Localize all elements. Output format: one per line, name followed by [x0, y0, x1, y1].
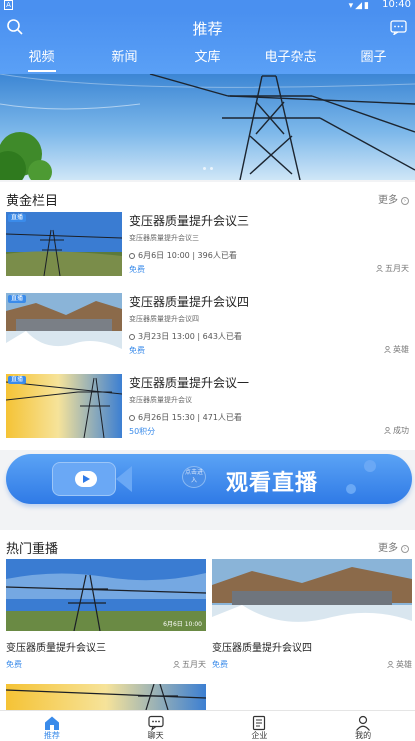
status-icons: ▾◢▮: [348, 1, 371, 11]
video-thumbnail[interactable]: 直播: [6, 374, 122, 438]
item-title: 变压器质量提升会议四: [129, 295, 250, 309]
clock-icon: [129, 334, 135, 340]
item-price: 50积分: [129, 427, 156, 436]
profile-icon: [356, 715, 371, 731]
category-tabs: 视频 新闻 文库 电子杂志 圈子: [0, 48, 415, 72]
item-price: 免费: [129, 265, 145, 274]
hot-replay-section: 热门重播 更多 › 6月6日 10:00 变压器质量提升会议三 免费 五月天 3…: [0, 530, 415, 710]
item-author: 五月天: [376, 263, 409, 274]
item-subtitle: 变压器质量提升会议四: [129, 315, 199, 323]
chevron-right-icon: ›: [401, 545, 409, 553]
golden-section: 黄金栏目 更多 › 直播 变压器质量提升会议三 变压器质量提升会议三 6月6日 1…: [0, 182, 415, 450]
item-meta: 6月6日 10:00 | 396人已看: [129, 250, 237, 261]
video-duration: 3月23日 13:00: [365, 621, 408, 628]
tab-mine[interactable]: 我的: [311, 711, 415, 741]
video-thumbnail[interactable]: 6月6日 10:00: [6, 559, 206, 631]
more-link[interactable]: 更多 ›: [378, 191, 409, 206]
card-price: 免费: [212, 660, 228, 669]
tab-e-magazine[interactable]: 电子杂志: [249, 48, 332, 72]
item-author: 英雄: [384, 344, 409, 355]
carousel-indicator: [0, 155, 415, 174]
status-time: 10:40: [382, 0, 411, 10]
live-badge: 直播: [8, 295, 27, 303]
item-meta: 3月23日 13:00 | 643人已看: [129, 331, 242, 342]
card-title: 变压器质量提升会议四: [212, 643, 312, 654]
status-badge: A: [4, 0, 13, 10]
video-card-partial[interactable]: [6, 684, 206, 710]
card-author: 五月天: [173, 659, 206, 670]
status-bar: A ▾◢▮ 10:40: [0, 0, 415, 12]
person-icon: [376, 265, 383, 272]
video-thumbnail[interactable]: 3月23日 13:00: [212, 559, 412, 631]
item-title: 变压器质量提升会议一: [129, 376, 250, 390]
list-item[interactable]: 直播 变压器质量提升会议三 变压器质量提升会议三 6月6日 10:00 | 39…: [6, 212, 409, 276]
enterprise-icon: [253, 715, 266, 731]
tab-recommend[interactable]: 推荐: [0, 711, 104, 741]
item-title: 变压器质量提升会议三: [129, 214, 250, 228]
bottom-tab-bar: 推荐 聊天 企业 我的: [0, 710, 415, 741]
card-title: 变压器质量提升会议三: [6, 643, 106, 654]
home-icon: [44, 716, 59, 730]
tab-circle[interactable]: 圈子: [332, 48, 415, 72]
section-title: 热门重播: [6, 542, 59, 557]
person-icon: [173, 661, 180, 668]
video-duration: 6月6日 10:00: [163, 621, 202, 628]
video-thumbnail[interactable]: 直播: [6, 212, 122, 276]
item-subtitle: 变压器质量提升会议三: [129, 234, 199, 242]
clock-icon: [129, 253, 135, 259]
item-author: 成功: [384, 425, 409, 436]
chat-icon: [148, 715, 164, 731]
video-card[interactable]: 3月23日 13:00 变压器质量提升会议四 免费 英雄: [212, 559, 412, 669]
section-title: 黄金栏目: [6, 194, 59, 209]
message-icon[interactable]: [390, 20, 407, 35]
live-badge: 直播: [8, 214, 27, 222]
watch-live-button[interactable]: 点击进入 观看直播: [6, 454, 412, 504]
item-price: 免费: [129, 346, 145, 355]
app-header: 推荐 视频 新闻 文库 电子杂志 圈子: [0, 12, 415, 74]
item-subtitle: 变压器质量提升会议: [129, 396, 192, 404]
tab-enterprise[interactable]: 企业: [208, 711, 312, 741]
tab-library[interactable]: 文库: [166, 48, 249, 72]
tap-enter-bubble: 点击进入: [182, 466, 206, 488]
video-card[interactable]: 6月6日 10:00 变压器质量提升会议三 免费 五月天: [6, 559, 206, 669]
clock-icon: [129, 415, 135, 421]
person-icon: [387, 661, 394, 668]
more-link[interactable]: 更多 ›: [378, 539, 409, 554]
tab-video[interactable]: 视频: [0, 48, 83, 72]
list-item[interactable]: 直播 变压器质量提升会议一 变压器质量提升会议 6月26日 15:30 | 47…: [6, 374, 409, 438]
tab-news[interactable]: 新闻: [83, 48, 166, 72]
card-author: 英雄: [387, 659, 412, 670]
tab-chat[interactable]: 聊天: [104, 711, 208, 741]
live-badge: 直播: [8, 376, 27, 384]
video-thumbnail[interactable]: 直播: [6, 293, 122, 357]
item-meta: 6月26日 15:30 | 471人已看: [129, 412, 242, 423]
play-icon: [75, 471, 97, 487]
page-title: 推荐: [192, 20, 223, 38]
banner-carousel[interactable]: [0, 74, 415, 180]
video-thumbnail: [6, 684, 206, 710]
person-icon: [384, 346, 391, 353]
list-item[interactable]: 直播 变压器质量提升会议四 变压器质量提升会议四 3月23日 13:00 | 6…: [6, 293, 409, 357]
video-camera-icon: [52, 462, 116, 496]
person-icon: [384, 427, 391, 434]
watch-live-label: 观看直播: [226, 471, 319, 496]
chevron-right-icon: ›: [401, 197, 409, 205]
card-price: 免费: [6, 660, 22, 669]
